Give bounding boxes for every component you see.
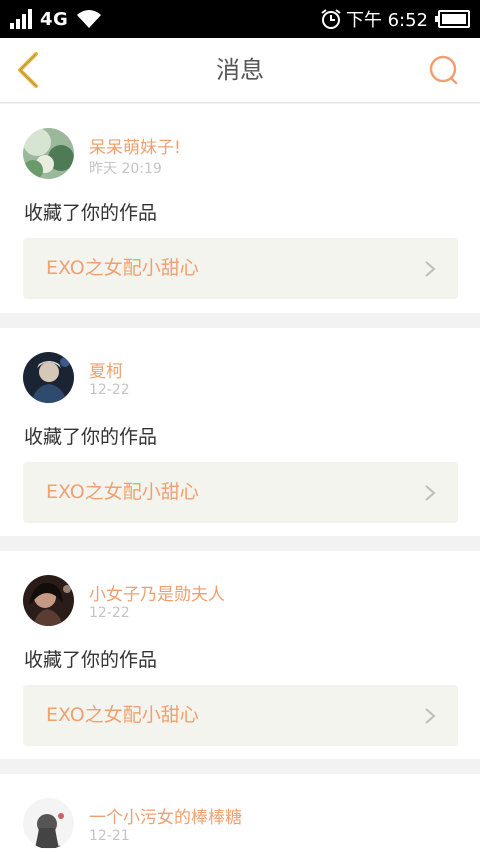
avatar[interactable] (23, 798, 74, 849)
message-date: 12-21 (89, 828, 130, 844)
sender-name[interactable]: 小女子乃是勋夫人 (89, 580, 225, 605)
chevron-right-icon (425, 261, 436, 277)
clock: 下午 6:52 (345, 10, 428, 31)
sender-name[interactable]: 呆呆萌妹子! (89, 133, 181, 158)
chevron-right-icon (425, 485, 436, 501)
nav-bar: 消息 (0, 38, 480, 103)
page-title: 消息 (216, 56, 264, 84)
work-link[interactable]: EXO之女配小甜心 (23, 462, 458, 523)
battery-icon (435, 10, 470, 28)
message-date: 昨天 20:19 (89, 161, 162, 177)
message-card: 一个小污女的棒棒糖 12-21 (0, 774, 480, 854)
message-card: 呆呆萌妹子! 昨天 20:19 收藏了你的作品 EXO之女配小甜心 (0, 104, 480, 313)
chevron-right-icon (425, 708, 436, 724)
message-action: 收藏了你的作品 (24, 649, 158, 671)
signal-icon (10, 9, 32, 29)
search-icon[interactable] (428, 54, 460, 86)
network-type: 4G (40, 8, 69, 30)
avatar[interactable] (23, 575, 74, 626)
wifi-icon (77, 10, 102, 28)
message-card: 小女子乃是勋夫人 12-22 收藏了你的作品 EXO之女配小甜心 (0, 551, 480, 759)
work-link[interactable]: EXO之女配小甜心 (23, 685, 458, 746)
work-title: EXO之女配小甜心 (46, 481, 199, 503)
sender-name[interactable]: 一个小污女的棒棒糖 (89, 803, 242, 828)
message-date: 12-22 (89, 605, 130, 621)
message-card: 夏柯 12-22 收藏了你的作品 EXO之女配小甜心 (0, 328, 480, 536)
alarm-icon (321, 9, 341, 29)
status-bar: 4G 下午 6:52 (0, 0, 480, 38)
work-title: EXO之女配小甜心 (46, 257, 199, 279)
sender-name[interactable]: 夏柯 (89, 357, 123, 382)
work-link[interactable]: EXO之女配小甜心 (23, 238, 458, 299)
work-title: EXO之女配小甜心 (46, 704, 199, 726)
avatar[interactable] (23, 128, 74, 179)
message-date: 12-22 (89, 382, 130, 398)
message-action: 收藏了你的作品 (24, 202, 158, 224)
avatar[interactable] (23, 352, 74, 403)
message-action: 收藏了你的作品 (24, 426, 158, 448)
